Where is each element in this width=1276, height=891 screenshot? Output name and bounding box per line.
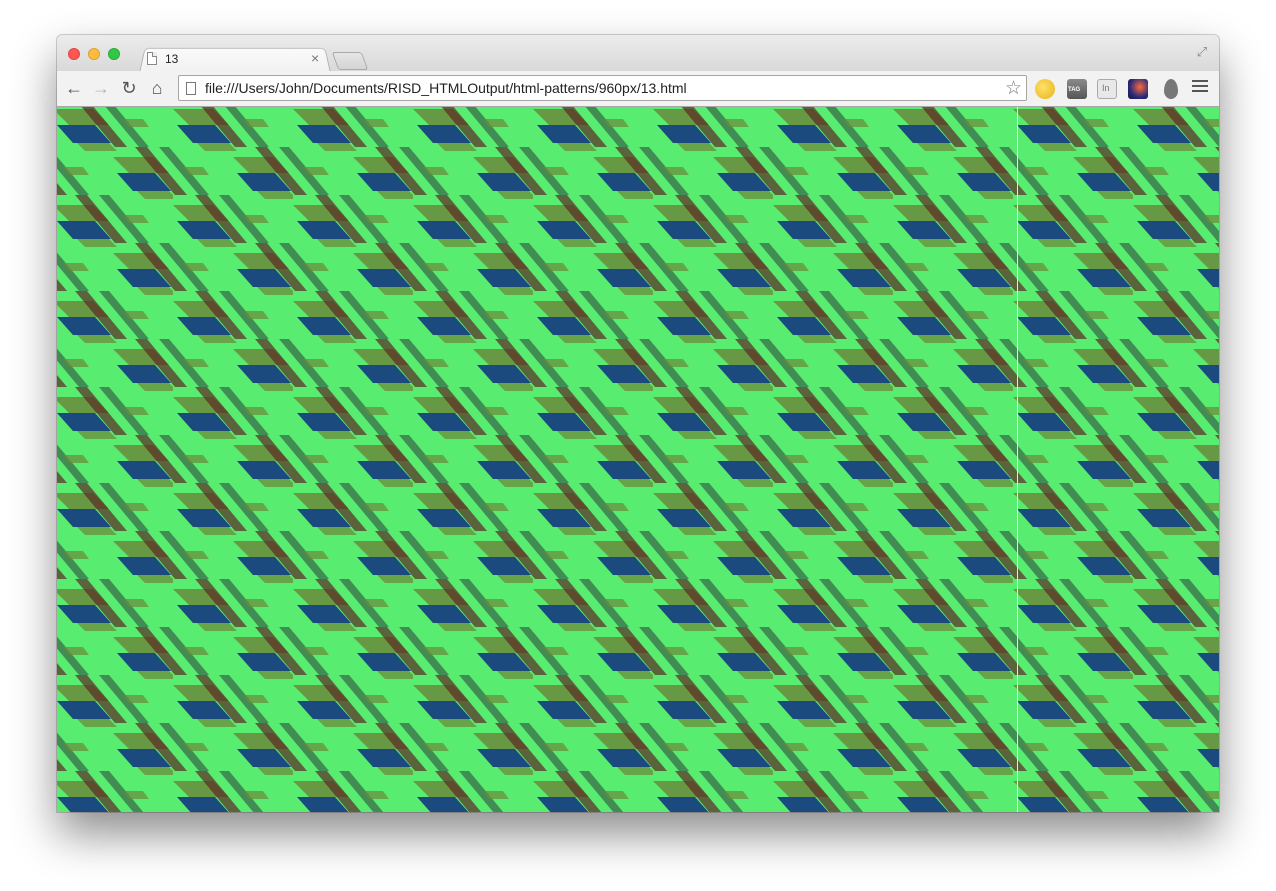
pattern-canvas [57, 107, 1219, 812]
reload-button[interactable]: ↻ [118, 77, 140, 99]
tab-close-icon[interactable]: × [311, 50, 319, 66]
browser-window: 13 × ⤢ ← → ↻ ⌂ file:///Users/John/Docume… [57, 35, 1219, 812]
tag-icon[interactable]: TAG [1067, 79, 1087, 99]
page-icon [186, 82, 196, 95]
tab-content: 13 × [147, 49, 327, 71]
new-tab-button[interactable] [331, 52, 369, 70]
zoom-window-button[interactable] [108, 48, 120, 60]
speedometer-icon[interactable] [1128, 79, 1148, 99]
address-bar[interactable]: file:///Users/John/Documents/RISD_HTMLOu… [178, 75, 1027, 101]
page-icon [147, 52, 157, 65]
bookmark-star-icon[interactable]: ☆ [1005, 77, 1022, 100]
desktop: 13 × ⤢ ← → ↻ ⌂ file:///Users/John/Docume… [0, 0, 1276, 891]
page-viewport[interactable] [57, 107, 1219, 812]
tag-label: TAG [1068, 87, 1081, 93]
minimize-window-button[interactable] [88, 48, 100, 60]
url-text[interactable]: file:///Users/John/Documents/RISD_HTMLOu… [205, 80, 687, 96]
linkedin-icon[interactable]: In [1097, 79, 1117, 99]
menu-button[interactable] [1192, 80, 1208, 96]
title-bar: 13 × ⤢ [57, 35, 1219, 73]
drop-icon[interactable] [1164, 79, 1178, 99]
close-window-button[interactable] [68, 48, 80, 60]
fullscreen-icon[interactable]: ⤢ [1195, 45, 1209, 59]
page-width-guide [1017, 107, 1018, 812]
forward-button[interactable]: → [90, 77, 112, 99]
toolbar: ← → ↻ ⌂ file:///Users/John/Documents/RIS… [57, 71, 1219, 107]
back-button[interactable]: ← [63, 77, 85, 99]
in-label: In [1102, 83, 1110, 93]
home-button[interactable]: ⌂ [146, 77, 168, 99]
folder-icon[interactable] [1035, 79, 1055, 99]
tab-title: 13 [165, 52, 179, 66]
